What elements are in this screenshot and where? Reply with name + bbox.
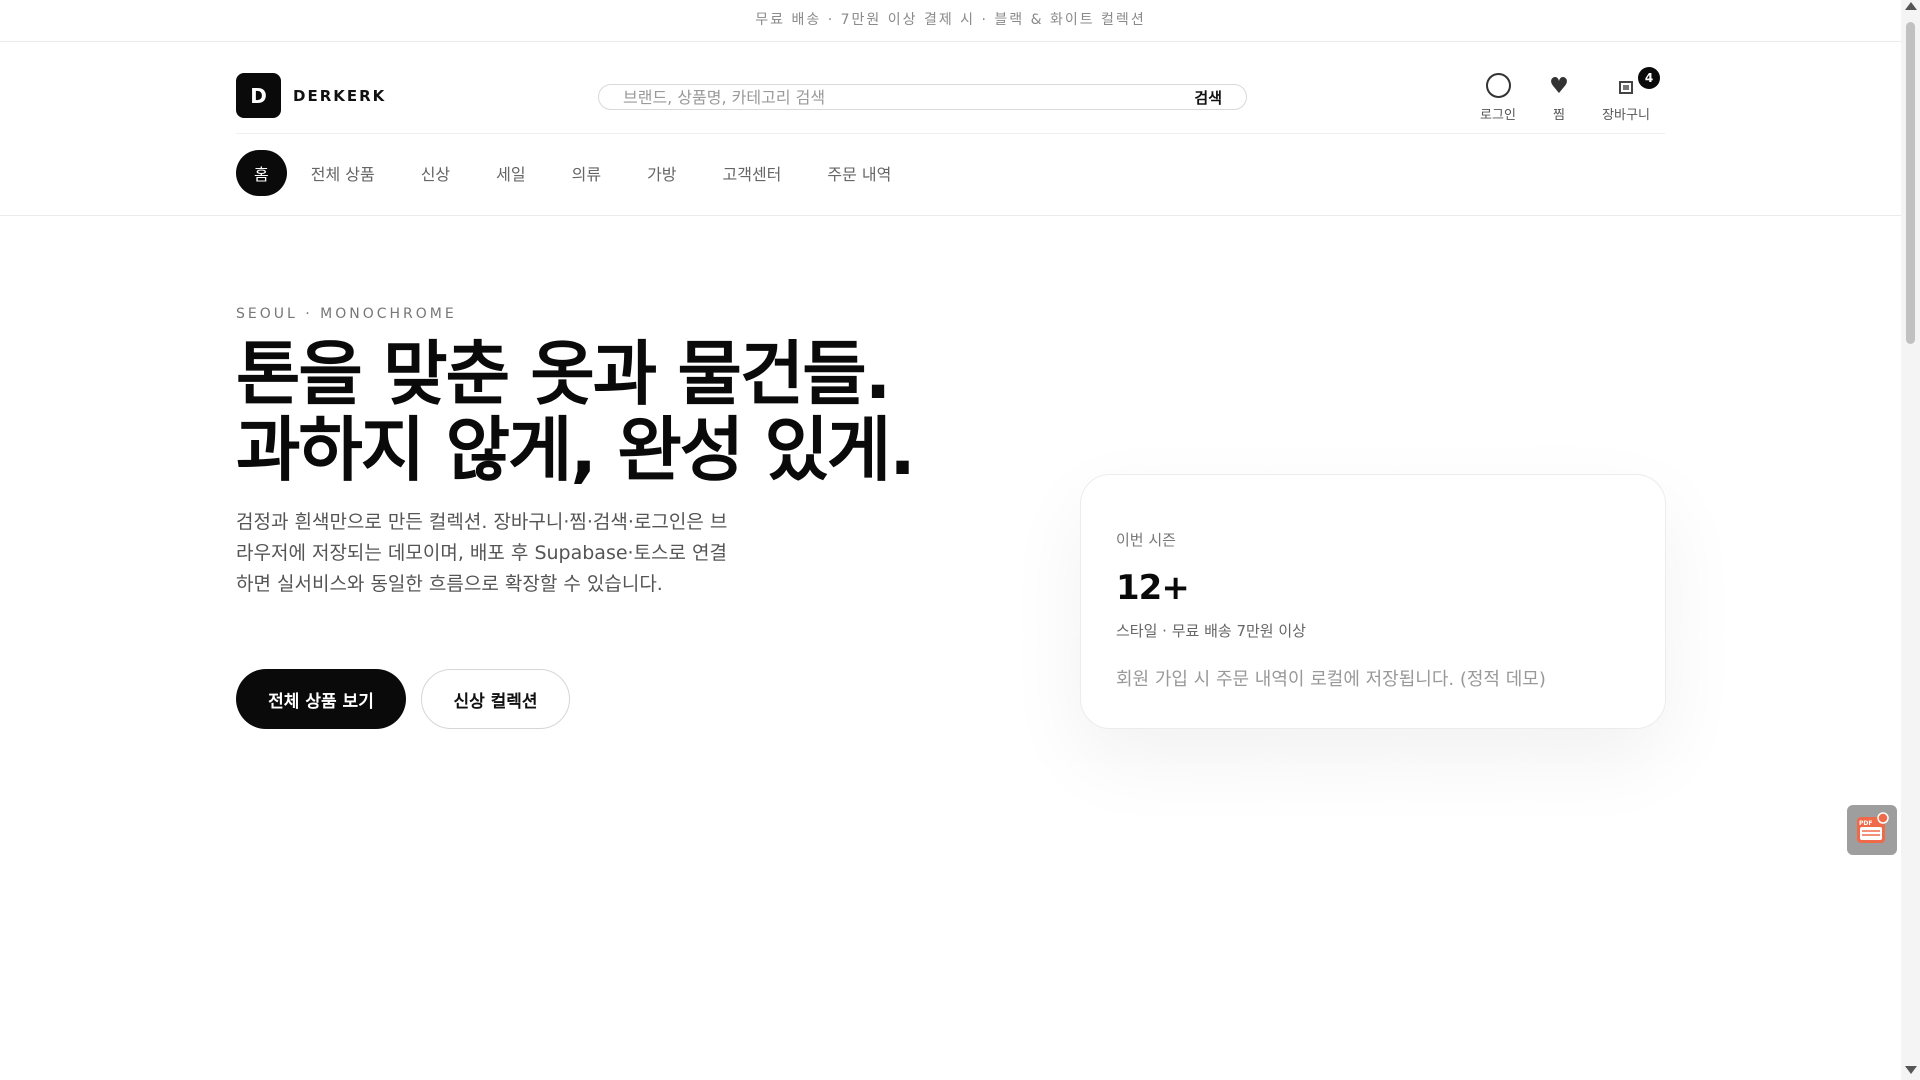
pdf-extension-button[interactable]: PDF [1847, 805, 1897, 855]
hero-headline-line-2: 과하지 않게, 완성 있게. [236, 409, 916, 491]
season-card-note: 회원 가입 시 주문 내역이 로컬에 저장됩니다. (정적 데모) [1116, 669, 1546, 690]
nav-item-clothing[interactable]: 의류 [550, 150, 623, 196]
hero-headline-line-1: 톤을 맞춘 옷과 물건들. [236, 333, 891, 415]
search-input[interactable] [623, 87, 1195, 107]
scroll-down-arrow-icon[interactable] [1905, 1066, 1917, 1074]
scroll-up-arrow-icon[interactable] [1905, 2, 1917, 10]
cart-count-badge: 4 [1638, 67, 1660, 89]
nav-item-new[interactable]: 신상 [399, 150, 472, 196]
wishlist-button[interactable]: ♥ 찜 [1540, 68, 1578, 124]
site-header: D DERKERK 검색 로그인 ♥ 찜 장바구니 4 홈 전체 상품 신상 세… [0, 42, 1901, 216]
header-divider [236, 133, 1665, 134]
nav-item-orders[interactable]: 주문 내역 [805, 150, 913, 196]
season-card-subtitle: 스타일 · 무료 배송 7만원 이상 [1116, 622, 1306, 640]
hero-headline: 톤을 맞춘 옷과 물건들. 과하지 않게, 완성 있게. [236, 336, 1036, 488]
page-scrollbar[interactable] [1901, 0, 1920, 1080]
wishlist-label: 찜 [1553, 108, 1565, 123]
season-card: 이번 시즌 12+ 스타일 · 무료 배송 7만원 이상 회원 가입 시 주문 … [1080, 474, 1666, 729]
svg-text:PDF: PDF [1859, 820, 1872, 827]
nav-item-all-products[interactable]: 전체 상품 [289, 150, 397, 196]
season-card-stat: 12+ [1116, 568, 1190, 608]
announcement-bar: 무료 배송 · 7만원 이상 결제 시 · 블랙 & 화이트 컬렉션 [0, 0, 1901, 42]
heart-icon: ♥ [1549, 74, 1569, 99]
nav-item-support[interactable]: 고객센터 [701, 150, 804, 196]
announcement-text: 무료 배송 · 7만원 이상 결제 시 · 블랙 & 화이트 컬렉션 [755, 12, 1146, 28]
cart-label: 장바구니 [1602, 108, 1650, 123]
view-all-products-button[interactable]: 전체 상품 보기 [236, 669, 406, 729]
scrollbar-thumb[interactable] [1906, 22, 1915, 344]
pdf-icon: PDF [1857, 812, 1889, 843]
logo-mark: D [236, 73, 281, 118]
hero-eyebrow: SEOUL · MONOCHROME [236, 306, 457, 322]
new-collection-button[interactable]: 신상 컬렉션 [421, 669, 570, 729]
hero-description: 검정과 흰색만으로 만든 컬렉션. 장바구니·찜·검색·로그인은 브라우저에 저… [236, 511, 728, 595]
nav-item-sale[interactable]: 세일 [474, 150, 547, 196]
main-nav: 홈 전체 상품 신상 세일 의류 가방 고객센터 주문 내역 [236, 150, 915, 196]
logo[interactable]: D DERKERK [236, 73, 386, 118]
search-button[interactable]: 검색 [1194, 87, 1222, 108]
search-bar: 검색 [598, 84, 1247, 110]
cart-button[interactable]: 장바구니 4 [1592, 67, 1660, 123]
user-circle-icon [1485, 73, 1511, 98]
nav-item-bags[interactable]: 가방 [625, 150, 698, 196]
login-button[interactable]: 로그인 [1470, 68, 1526, 123]
brand-name: DERKERK [293, 86, 387, 105]
login-label: 로그인 [1480, 108, 1516, 123]
nav-item-home[interactable]: 홈 [236, 150, 287, 196]
cart-icon [1619, 81, 1633, 94]
season-card-label: 이번 시즌 [1116, 531, 1176, 549]
